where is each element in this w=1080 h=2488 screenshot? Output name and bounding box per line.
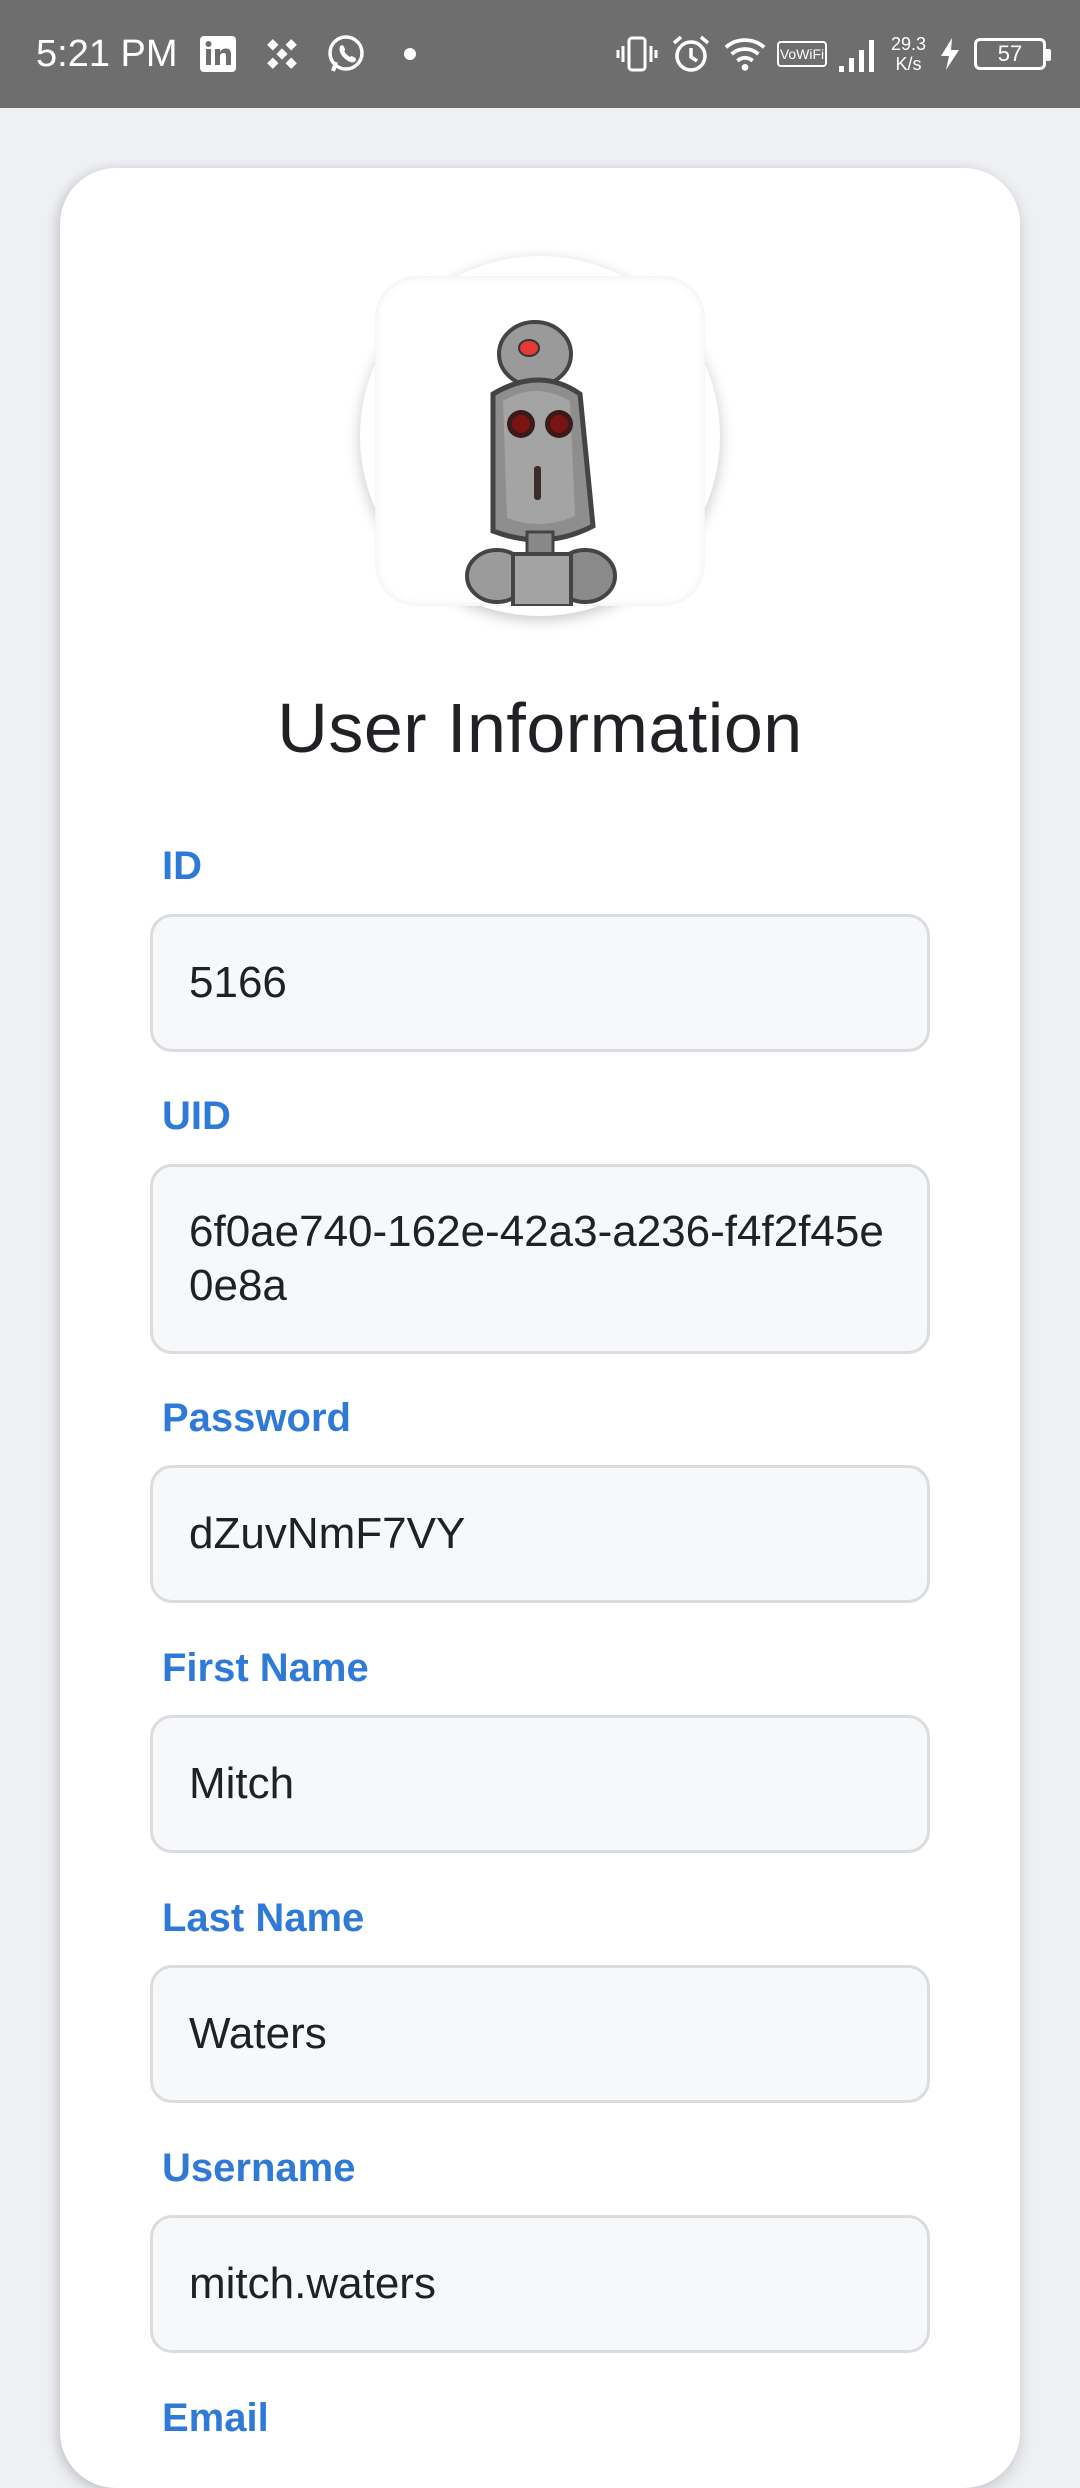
password-label: Password: [162, 1396, 351, 1440]
battery-indicator: 57: [974, 38, 1051, 70]
charging-icon: [936, 32, 964, 76]
vowifi-icon: VoWiFi: [776, 32, 827, 76]
username-label: Username: [162, 2146, 356, 2190]
alarm-icon: [669, 32, 713, 76]
page-title: User Information: [277, 689, 803, 767]
signal-icon: [837, 32, 881, 76]
password-field[interactable]: dZuvNmF7VY: [150, 1465, 930, 1603]
robot-avatar-icon: [375, 276, 705, 606]
email-label: Email: [162, 2396, 269, 2440]
whatsapp-icon: [324, 32, 368, 76]
linkedin-icon: [196, 32, 240, 76]
wifi-icon: [723, 32, 767, 76]
first-name-label: First Name: [162, 1646, 369, 1690]
last-name-field[interactable]: Waters: [150, 1965, 930, 2103]
id-field[interactable]: 5166: [150, 914, 930, 1052]
notification-icons: [196, 30, 432, 78]
user-info-card: User Information ID 5166 UID 6f0ae740-16…: [60, 168, 1020, 2488]
binance-icon: [260, 32, 304, 76]
status-time: 5:21 PM: [36, 33, 178, 75]
dot-icon: [388, 32, 432, 76]
status-bar: 5:21 PM VoWiFi 29.3 K/s 57: [0, 0, 1080, 108]
network-speed: 29.3 K/s: [890, 34, 926, 74]
last-name-label: Last Name: [162, 1896, 365, 1940]
vibrate-icon: [615, 32, 659, 76]
avatar: [360, 256, 720, 616]
id-label: ID: [162, 844, 202, 888]
first-name-field[interactable]: Mitch: [150, 1715, 930, 1853]
uid-field[interactable]: 6f0ae740-162e-42a3-a236-f4f2f45e0e8a: [150, 1164, 930, 1354]
svg-text:VoWiFi: VoWiFi: [780, 46, 824, 62]
uid-label: UID: [162, 1094, 231, 1138]
username-field[interactable]: mitch.waters: [150, 2215, 930, 2353]
system-icons: VoWiFi 29.3 K/s 57: [615, 30, 1051, 78]
